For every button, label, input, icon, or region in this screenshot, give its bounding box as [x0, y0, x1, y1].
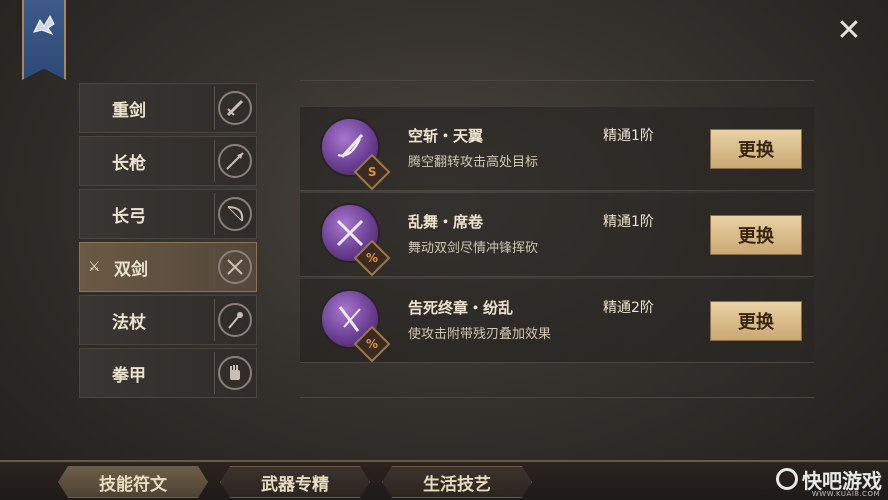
weapon-label: 法杖: [112, 312, 146, 333]
skill-list: S 空斩・天翼 腾空翻转攻击高处目标 精通1阶 更换 % 乱舞・席卷 舞动双剑尽…: [300, 80, 814, 398]
skill-mastery-level: 精通1阶: [603, 128, 654, 144]
skill-name: 空斩・天翼: [408, 127, 484, 145]
bottom-tab-bar: 技能符文 武器专精 生活技艺: [0, 460, 888, 500]
skill-row: S 空斩・天翼 腾空翻转攻击高处目标 精通1阶 更换: [300, 107, 814, 191]
weapon-label: 双剑: [114, 259, 148, 280]
weapon-label: 长弓: [112, 206, 146, 227]
close-icon: ✕: [836, 13, 862, 48]
skill-row: % 乱舞・席卷 舞动双剑尽情冲锋挥砍 精通1阶 更换: [300, 193, 814, 277]
skill-row: % 告死终章・纷乱 使攻击附带残刃叠加效果 精通2阶 更换: [300, 279, 814, 363]
weapon-label: 拳甲: [112, 365, 146, 386]
gauntlet-icon: [214, 352, 254, 394]
tab-weapon-mastery[interactable]: 武器专精: [220, 466, 370, 498]
weapon-label: 长枪: [112, 153, 146, 174]
skill-mastery-level: 精通2阶: [603, 300, 654, 316]
weapon-item-heavy-sword[interactable]: 重剑: [79, 83, 257, 133]
weapon-item-bow[interactable]: 长弓: [79, 189, 257, 239]
close-button[interactable]: ✕: [836, 16, 862, 46]
skill-mastery-level: 精通1阶: [603, 214, 654, 230]
weapon-item-spear[interactable]: 长枪: [79, 136, 257, 186]
weapon-item-gauntlet[interactable]: 拳甲: [79, 348, 257, 398]
heavy-sword-icon: [214, 87, 254, 129]
replace-button[interactable]: 更换: [710, 129, 802, 169]
weapon-sidebar: 重剑 长枪 长弓 ⚔ 双剑 法杖 拳甲: [79, 83, 257, 401]
tab-life-skills[interactable]: 生活技艺: [382, 466, 532, 498]
skill-description: 舞动双剑尽情冲锋挥砍: [408, 241, 539, 256]
skill-name: 乱舞・席卷: [408, 213, 484, 231]
watermark-subtext: WWW.KUAI8.COM: [811, 490, 880, 498]
bow-icon: [214, 193, 254, 235]
skill-description: 使攻击附带残刃叠加效果: [408, 327, 552, 342]
replace-button[interactable]: 更换: [710, 301, 802, 341]
tab-skill-runes[interactable]: 技能符文: [58, 466, 208, 498]
watermark-logo: 快吧游戏 WWW.KUAI8.COM: [776, 462, 882, 498]
watermark-icon: [776, 468, 798, 490]
staff-icon: [214, 299, 254, 341]
weapon-item-dual-swords[interactable]: ⚔ 双剑: [79, 242, 257, 292]
spear-icon: [214, 140, 254, 182]
dual-swords-icon: [214, 246, 254, 288]
skill-name: 告死终章・纷乱: [408, 299, 514, 317]
griffin-emblem-icon: [33, 14, 55, 36]
weapon-label: 重剑: [112, 100, 146, 121]
selected-crossed-swords-icon: ⚔: [88, 259, 101, 275]
skill-description: 腾空翻转攻击高处目标: [408, 155, 539, 170]
weapon-item-staff[interactable]: 法杖: [79, 295, 257, 345]
replace-button[interactable]: 更换: [710, 215, 802, 255]
guild-banner: [22, 0, 66, 80]
